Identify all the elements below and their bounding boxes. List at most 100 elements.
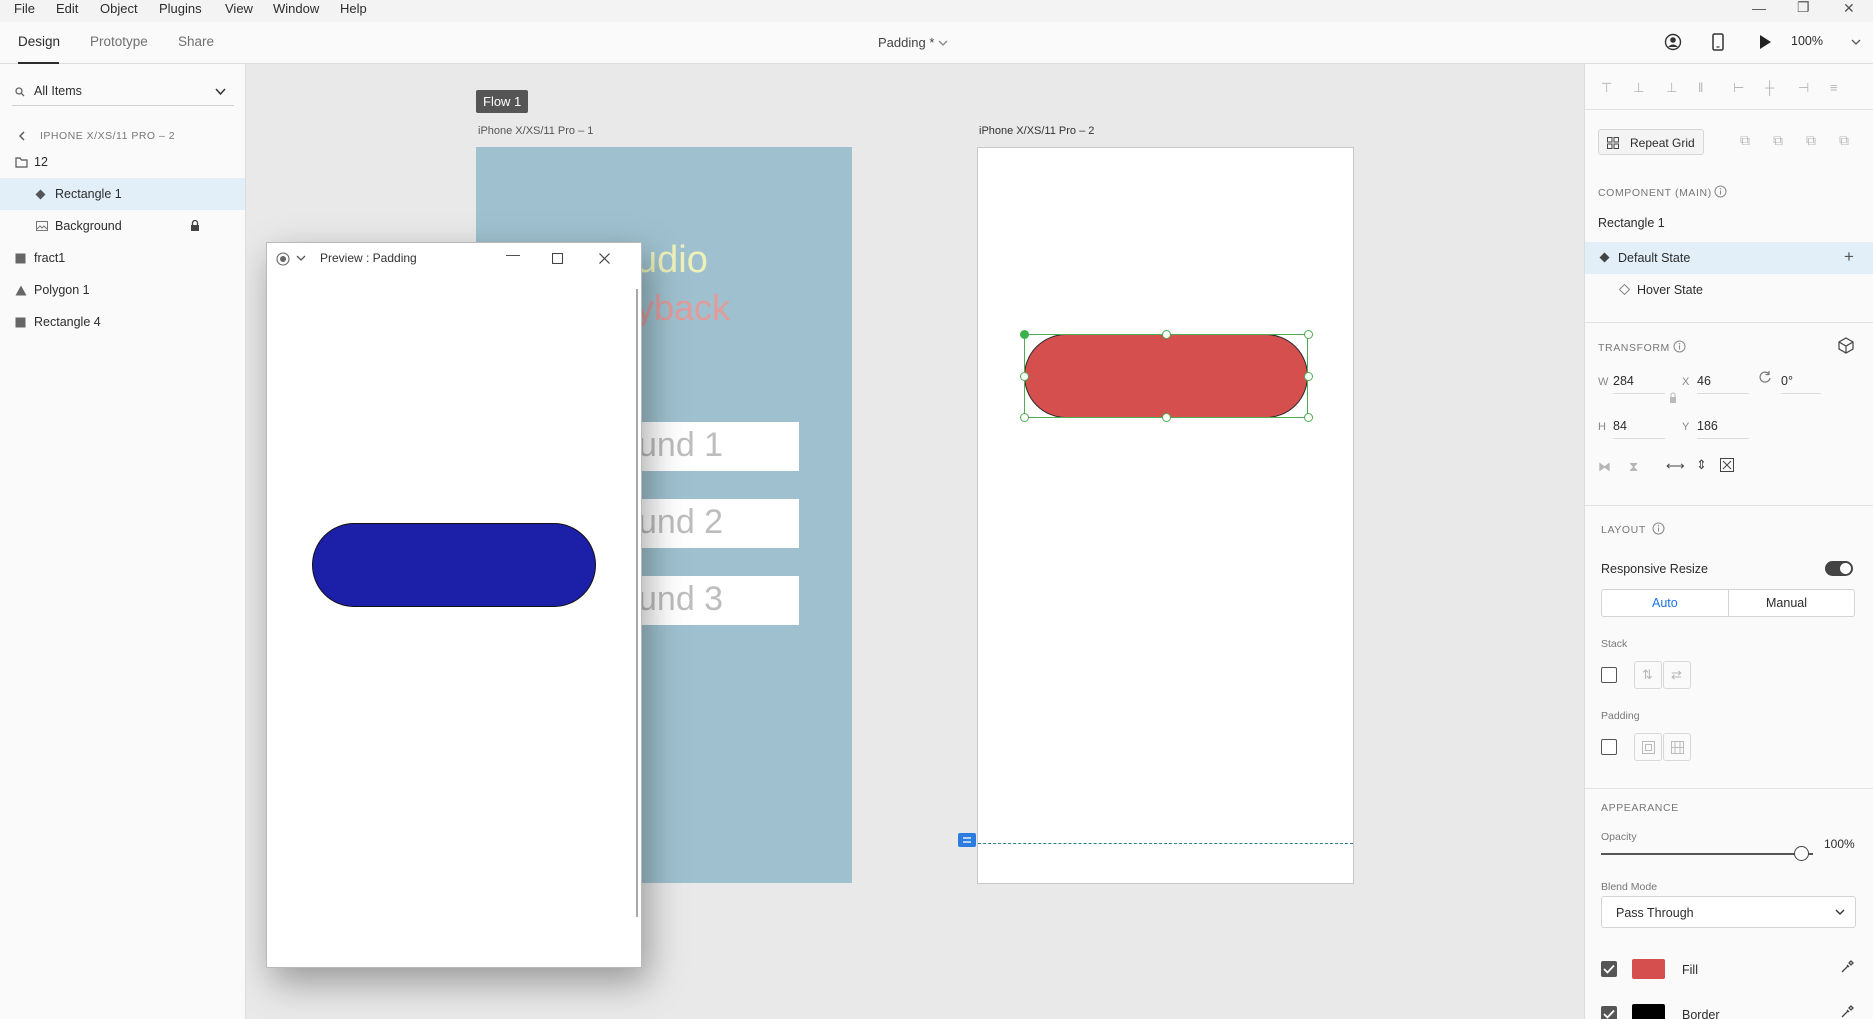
sound-button-3[interactable]: und 3 (636, 576, 799, 625)
repeat-grid-button[interactable]: Repeat Grid (1598, 129, 1704, 155)
selection-handle[interactable] (1020, 413, 1029, 422)
selection-handle[interactable] (1020, 330, 1029, 339)
fill-checkbox[interactable] (1601, 961, 1617, 977)
preview-titlebar[interactable]: Preview : Padding — (267, 243, 641, 273)
restore-icon[interactable]: ❐ (1797, 0, 1810, 16)
responsive-resize-toggle[interactable] (1825, 561, 1853, 576)
chevron-down-icon[interactable] (938, 40, 948, 48)
artboard-2[interactable] (977, 147, 1354, 884)
layer-polygon-1[interactable]: Polygon 1 (0, 274, 245, 306)
info-icon[interactable] (1652, 522, 1665, 535)
layers-filter[interactable]: All Items (12, 78, 234, 106)
width-field[interactable]: 284 (1613, 374, 1665, 394)
menu-view[interactable]: View (223, 1, 255, 16)
user-profile-icon[interactable] (1664, 33, 1682, 51)
fixed-height-icon[interactable]: ⇕ (1696, 457, 1707, 473)
blue-pill-shape[interactable] (312, 523, 596, 607)
play-icon[interactable] (1757, 34, 1773, 50)
distribute-vertical-icon[interactable]: ‖ (1698, 80, 1703, 95)
border-color-swatch[interactable] (1632, 1004, 1665, 1019)
y-field[interactable]: 186 (1697, 419, 1749, 439)
menu-help[interactable]: Help (338, 1, 369, 16)
sound-button-1[interactable]: und 1 (636, 422, 799, 471)
3d-transform-icon[interactable] (1838, 337, 1854, 354)
close-icon[interactable]: ✕ (1843, 0, 1855, 17)
stack-vertical-button[interactable]: ⇅ (1634, 661, 1662, 689)
align-top-icon[interactable]: ⊤ (1601, 80, 1612, 96)
preview-scrollbar[interactable] (636, 289, 638, 917)
stack-checkbox[interactable] (1601, 667, 1617, 683)
padding-checkbox[interactable] (1601, 739, 1617, 755)
boolean-intersect-icon[interactable]: ⧉ (1806, 132, 1816, 149)
zoom-level[interactable]: 100% (1791, 34, 1823, 48)
minimize-icon[interactable]: — (506, 246, 520, 262)
tab-design[interactable]: Design (18, 34, 60, 49)
align-middle-icon[interactable]: ⊥ (1633, 80, 1644, 96)
selection-handle[interactable] (1304, 372, 1313, 381)
padding-uniform-button[interactable] (1634, 733, 1662, 761)
blend-mode-select[interactable]: Pass Through (1601, 896, 1856, 928)
tab-share[interactable]: Share (178, 34, 214, 49)
info-icon[interactable] (1714, 185, 1727, 198)
align-right-icon[interactable]: ⊣ (1798, 80, 1809, 96)
align-bottom-icon[interactable]: ⊥ (1666, 80, 1677, 96)
flow-label[interactable]: Flow 1 (476, 90, 529, 113)
boolean-exclude-icon[interactable]: ⧉ (1839, 132, 1849, 149)
resize-auto-option[interactable]: Auto (1602, 590, 1729, 616)
resize-manual-option[interactable]: Manual (1729, 590, 1854, 616)
opacity-slider-thumb[interactable] (1794, 846, 1809, 861)
selection-handle[interactable] (1162, 330, 1171, 339)
state-hover[interactable]: Hover State (1585, 274, 1873, 306)
resize-constraints-icon[interactable] (1720, 458, 1734, 472)
record-icon[interactable] (276, 252, 290, 266)
lock-icon[interactable] (190, 220, 200, 231)
chevron-down-icon[interactable] (296, 255, 306, 262)
opacity-slider-track[interactable] (1601, 853, 1813, 855)
tab-prototype[interactable]: Prototype (90, 34, 148, 49)
menu-window[interactable]: Window (271, 1, 321, 16)
menu-edit[interactable]: Edit (54, 1, 80, 16)
design-canvas[interactable]: Flow 1 iPhone X/XS/11 Pro – 1 udio yback… (246, 64, 1584, 1019)
opacity-value[interactable]: 100% (1824, 837, 1855, 851)
stack-horizontal-button[interactable]: ⇄ (1663, 661, 1691, 689)
selection-handle[interactable] (1304, 413, 1313, 422)
flip-horizontal-icon[interactable]: ⧓ (1598, 459, 1611, 475)
preview-window[interactable]: Preview : Padding — (266, 242, 642, 968)
align-center-icon[interactable]: ┼ (1765, 80, 1774, 95)
info-icon[interactable] (1673, 340, 1686, 353)
add-state-icon[interactable]: + (1844, 247, 1854, 267)
layer-background[interactable]: Background (0, 210, 245, 242)
artboard-2-name[interactable]: iPhone X/XS/11 Pro – 2 (979, 125, 1094, 137)
boolean-subtract-icon[interactable]: ⧉ (1773, 132, 1783, 149)
layer-rectangle-4[interactable]: Rectangle 4 (0, 306, 245, 338)
menu-plugins[interactable]: Plugins (157, 1, 204, 16)
minimize-icon[interactable]: — (1752, 0, 1766, 16)
lock-aspect-icon[interactable] (1669, 392, 1677, 404)
mobile-preview-icon[interactable] (1711, 33, 1725, 51)
sound-button-2[interactable]: und 2 (636, 499, 799, 548)
boolean-add-icon[interactable]: ⧉ (1740, 132, 1750, 149)
viewport-height-handle[interactable] (958, 833, 976, 847)
fixed-width-icon[interactable]: ⟷ (1666, 458, 1685, 474)
back-arrow-icon[interactable] (18, 131, 26, 141)
close-icon[interactable] (599, 253, 610, 264)
artboard-1-name[interactable]: iPhone X/XS/11 Pro – 1 (478, 125, 593, 137)
state-default[interactable]: Default State + (1585, 242, 1873, 274)
breadcrumb[interactable]: IPHONE X/XS/11 PRO – 2 (40, 130, 175, 142)
padding-individual-button[interactable] (1663, 733, 1691, 761)
menu-object[interactable]: Object (98, 1, 140, 16)
x-field[interactable]: 46 (1697, 374, 1749, 394)
eyedropper-icon[interactable] (1840, 1005, 1854, 1019)
selection-handle[interactable] (1304, 330, 1313, 339)
selection-handle[interactable] (1162, 413, 1171, 422)
layer-rectangle-1[interactable]: Rectangle 1 (0, 178, 245, 210)
flip-vertical-icon[interactable]: ⧗ (1629, 459, 1638, 475)
rotation-field[interactable]: 0° (1781, 374, 1821, 394)
eyedropper-icon[interactable] (1840, 960, 1854, 974)
layer-group-12[interactable]: 12 (0, 146, 245, 178)
zoom-chevron-down-icon[interactable] (1851, 39, 1861, 47)
selection-handle[interactable] (1020, 372, 1029, 381)
fill-color-swatch[interactable] (1632, 959, 1665, 979)
layer-fract1[interactable]: fract1 (0, 242, 245, 274)
component-name[interactable]: Rectangle 1 (1598, 216, 1665, 230)
